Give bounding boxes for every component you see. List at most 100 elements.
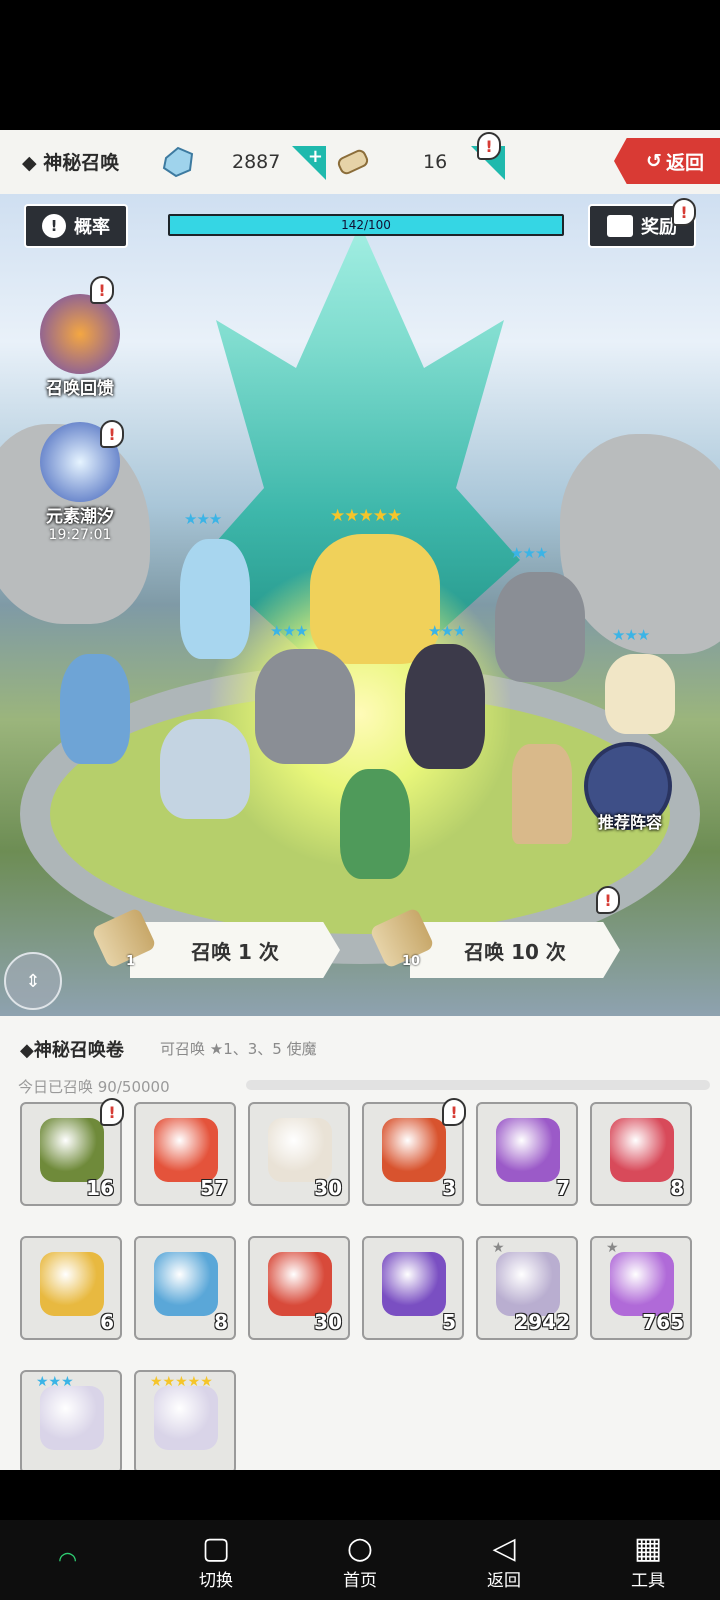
daily-summon-count: 今日已召唤 90/50000 [18,1078,170,1096]
item-count: 8 [670,1176,684,1200]
rate-label: 概率 [74,217,110,238]
item-stars: ★ [492,1240,505,1256]
nav-tools-button[interactable]: ▦ 工具 [608,1532,688,1592]
scroll-counter: 16 ! [335,132,505,182]
progress-text: 142/100 [341,218,391,232]
inventory-item[interactable]: 30 [248,1102,350,1206]
item-stars: ★ [606,1240,619,1256]
summon-ten-button[interactable]: 召唤 10 次 [410,922,620,978]
inventory-item[interactable]: ★★★ [20,1370,122,1470]
item-count: 57 [200,1176,228,1200]
toggle-panel-button[interactable]: ⇕ [4,952,62,1010]
hero-stars: ★★★ [428,622,466,640]
inventory-item[interactable]: ★★★★★ [134,1370,236,1470]
up-down-arrows-icon: ⇕ [25,970,41,992]
moai-statue [512,744,572,844]
panel-title: ◆神秘召唤卷 [20,1040,124,1061]
nav-switch-button[interactable]: ▢ 切换 [176,1532,256,1592]
rate-button[interactable]: ! 概率 [24,204,128,248]
alert-badge-icon: ! [672,198,696,226]
inventory-item[interactable]: 7 [476,1102,578,1206]
nav-back-button[interactable]: ◁ 返回 [464,1531,544,1592]
hero-swordsman[interactable] [160,719,250,819]
top-bar: ◆ 神秘召唤 2887 + 16 ! ↺ 返回 [0,130,720,194]
red-scroll-icon [610,1118,674,1182]
inventory-item[interactable]: 6 [20,1236,122,1340]
summon-once-label: 召唤 1 次 [191,939,279,964]
alert-badge-icon: ! [442,1098,466,1126]
item-count: 30 [314,1176,342,1200]
hero-armored-knight[interactable] [255,649,355,764]
inventory-item[interactable]: 8 [134,1236,236,1340]
hero-stars: ★★★ [510,544,548,562]
item-count: 30 [314,1310,342,1334]
alert-badge-icon: ! [100,420,124,448]
heart-icon [154,1118,218,1182]
scroll-inventory-panel: ◆神秘召唤卷 可召唤 ★1、3、5 使魔 今日已召唤 90/50000 16! 5… [0,1016,720,1470]
gray-shard-icon [496,1252,560,1316]
summon-once-cost: 1 [126,954,136,969]
nav-home-button[interactable]: ○ 首页 [320,1532,400,1592]
feedback-icon [40,294,120,374]
system-nav-bar: ◠ ▢ 切换 ○ 首页 ◁ 返回 ▦ 工具 [0,1520,720,1600]
hero-skeleton-archer[interactable] [60,654,130,764]
item-count: 3 [442,1176,456,1200]
hero-golden-golem[interactable] [310,534,440,664]
panel-subtitle: 可召唤 ★1、3、5 使魔 [160,1040,317,1058]
red-orb-icon [382,1118,446,1182]
red-gold-orb-icon [268,1252,332,1316]
gem-count: 2887 [232,151,281,173]
element-tide-label: 元素潮汐 [46,507,114,527]
pearl-shell-icon [268,1118,332,1182]
purple-shard-icon [610,1252,674,1316]
page-title: ◆ 神秘召唤 [22,152,120,174]
gold-star-relic-icon [154,1386,218,1450]
item-stars: ★★★★★ [150,1374,213,1390]
inventory-item[interactable]: 3! [362,1098,466,1206]
inventory-item[interactable]: ★ 2942 [476,1236,578,1340]
add-gems-button[interactable]: + [292,146,326,180]
item-count: 765 [642,1310,684,1334]
blue-star-relic-icon [40,1386,104,1450]
purple-orb-icon [382,1252,446,1316]
hero-stars: ★★★ [612,626,650,644]
scroll-count: 16 [423,151,448,173]
summon-once-button[interactable]: 召唤 1 次 [130,922,340,978]
item-count: 6 [100,1310,114,1334]
inventory-item[interactable]: 57 [134,1102,236,1206]
summon-progress-bar: 142/100 [168,214,564,236]
alert-badge-icon: ! [477,132,501,160]
hero-forest-girl[interactable] [340,769,410,879]
blue-scroll-icon [154,1252,218,1316]
item-count: 5 [442,1310,456,1334]
item-count: 7 [556,1176,570,1200]
gem-icon [162,146,194,178]
inventory-item[interactable]: 30 [248,1236,350,1340]
gold-scroll-icon [40,1252,104,1316]
hero-spear-knight[interactable] [495,572,585,682]
exclamation-icon: ! [42,214,66,238]
inventory-item[interactable]: 5 [362,1236,464,1340]
checked-scroll-icon [40,1118,104,1182]
summon-ten-cost: 10 [402,954,421,969]
element-tide-timer: 19:27:01 [48,527,112,543]
alert-badge-icon: ! [596,886,620,914]
hero-white-haired[interactable] [605,654,675,734]
alert-badge-icon: ! [90,276,114,304]
daily-progress-bar [246,1080,710,1090]
inventory-item[interactable]: 8 [590,1102,692,1206]
hero-ice-mage[interactable] [180,539,250,659]
back-button[interactable]: ↺ 返回 [614,138,720,184]
alert-badge-icon: ! [100,1098,124,1126]
inventory-item[interactable]: 16! [20,1098,124,1206]
hero-stars: ★★★ [270,622,308,640]
plus-icon: + [307,146,323,167]
inventory-item[interactable]: ★ 765 [590,1236,692,1340]
summon-feedback-button[interactable]: 召唤回馈 [30,294,130,399]
screen: ◆ 神秘召唤 2887 + 16 ! ↺ 返回 ★★★ ★★★★★ ★★★ ★★… [0,0,720,1600]
hero-bee-warrior[interactable] [405,644,485,769]
triangle-back-icon: ◁ [492,1531,516,1566]
recommend-team-label: 推荐阵容 [597,813,662,832]
scroll-icon [337,149,369,175]
gem-counter: 2887 + [160,142,326,182]
